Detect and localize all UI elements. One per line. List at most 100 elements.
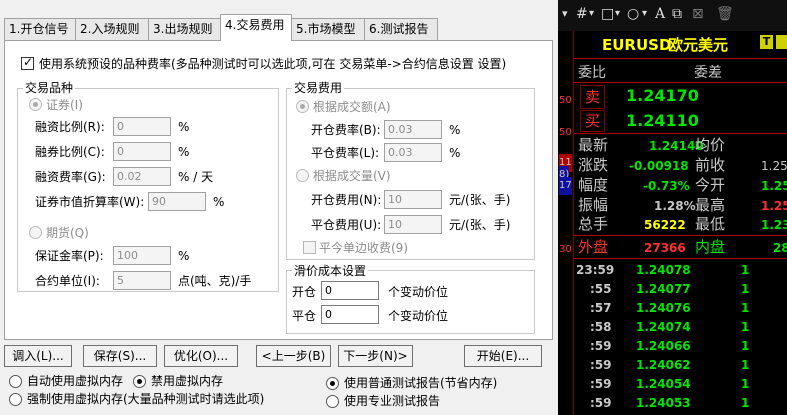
close-rate-label: 平仓费率(L): bbox=[311, 146, 380, 160]
tick-volume: 1 bbox=[741, 396, 750, 410]
tick-price: 1.24053 bbox=[636, 396, 691, 410]
start-button[interactable]: 开始(E)... bbox=[464, 345, 542, 367]
dropdown-icon[interactable]: ▾ bbox=[589, 6, 594, 22]
force-virtual-memory-radio[interactable] bbox=[9, 393, 22, 406]
expand-icon[interactable] bbox=[776, 35, 787, 49]
slippage-close-field[interactable]: 0 bbox=[321, 305, 379, 324]
tick-price: 1.24076 bbox=[636, 301, 691, 315]
stat-value-right: 1.25 bbox=[761, 159, 787, 173]
stat-label: 幅度 bbox=[578, 176, 609, 194]
discount-label: 证券市值折算率(W): bbox=[35, 195, 145, 209]
short-ratio-field[interactable]: 0 bbox=[113, 142, 171, 161]
slippage-open-label: 开仓 bbox=[292, 285, 317, 299]
buy-price: 1.24110 bbox=[626, 111, 699, 130]
stat-value: -0.00918 bbox=[629, 159, 689, 173]
drawing-toolbar: ▾ # ▾ □ ▾ ○ ▾ A ⧉ ⊠ 🗑 bbox=[558, 0, 787, 31]
slippage-close-label: 平仓 bbox=[292, 309, 317, 323]
divider bbox=[574, 82, 787, 83]
tick-volume: 1 bbox=[741, 358, 750, 372]
trade-badge[interactable]: T bbox=[760, 35, 773, 49]
margin-ratio-label: 融资比例(R): bbox=[35, 120, 105, 134]
tick-volume: 1 bbox=[741, 339, 750, 353]
backtest-dialog: 1.开仓信号 2.入场规则 3.出场规则 4.交易费用 5.市场模型 6.测试报… bbox=[0, 0, 558, 415]
save-button[interactable]: 保存(S)... bbox=[83, 345, 157, 367]
tab-entry-rules[interactable]: 2.入场规则 bbox=[75, 18, 149, 40]
tab-trading-fees[interactable]: 4.交易费用 bbox=[220, 14, 292, 41]
stat-value-right: 1.25 bbox=[761, 179, 787, 193]
load-button[interactable]: 调入(L)... bbox=[4, 345, 72, 367]
open-rate-field[interactable]: 0.03 bbox=[384, 120, 442, 139]
open-rate-unit: % bbox=[449, 123, 461, 137]
stat-label-right: 最低 bbox=[695, 215, 726, 233]
securities-label: 证券(I) bbox=[46, 98, 83, 112]
tick-volume: 1 bbox=[741, 263, 750, 277]
contract-unit-label: 合约单位(I): bbox=[35, 274, 100, 288]
deposit-field[interactable]: 100 bbox=[113, 246, 171, 265]
pro-report-radio[interactable] bbox=[326, 395, 339, 408]
close-fee-field[interactable]: 10 bbox=[384, 215, 442, 234]
dropdown-icon[interactable]: ▾ bbox=[642, 6, 647, 22]
grid-icon[interactable]: # bbox=[576, 6, 588, 22]
tab-test-report[interactable]: 6.测试报告 bbox=[364, 18, 438, 40]
copy-icon[interactable]: ⧉ bbox=[672, 6, 682, 22]
discount-field[interactable]: 90 bbox=[148, 192, 206, 211]
tab-exit-rules[interactable]: 3.出场规则 bbox=[148, 18, 222, 40]
tick-time: :55 bbox=[590, 282, 612, 296]
short-ratio-label: 融券比例(C): bbox=[35, 145, 105, 159]
open-fee-field[interactable]: 10 bbox=[384, 190, 442, 209]
text-icon[interactable]: A bbox=[655, 6, 665, 22]
contract-unit-field[interactable]: 5 bbox=[113, 271, 171, 290]
open-fee-label: 开仓费用(N): bbox=[311, 193, 382, 207]
slippage-group bbox=[286, 270, 535, 334]
tick-price: 1.24066 bbox=[636, 339, 691, 353]
divider bbox=[574, 235, 787, 236]
today-close-checkbox[interactable] bbox=[303, 241, 316, 254]
tick-time: :59 bbox=[590, 339, 612, 353]
disable-virtual-memory-label: 禁用虚拟内存 bbox=[151, 374, 224, 388]
use-default-fees-checkbox[interactable]: ✓ bbox=[21, 55, 34, 70]
sell-label: 卖 bbox=[580, 85, 605, 109]
optimize-button[interactable]: 优化(O)... bbox=[164, 345, 238, 367]
trash-icon[interactable]: 🗑 bbox=[716, 6, 734, 22]
stat-label: 涨跌 bbox=[578, 156, 609, 174]
by-amount-radio[interactable] bbox=[296, 100, 309, 113]
tick-volume: 1 bbox=[741, 301, 750, 315]
tick-time: :59 bbox=[590, 358, 612, 372]
disable-virtual-memory-radio[interactable] bbox=[133, 375, 146, 388]
dropdown-icon[interactable]: ▾ bbox=[615, 6, 620, 22]
slippage-open-unit: 个变动价位 bbox=[388, 285, 449, 299]
stat-label: 总手 bbox=[578, 215, 609, 233]
symbol-name: 欧元美元 bbox=[668, 36, 729, 54]
delete-icon[interactable]: ⊠ bbox=[692, 6, 704, 22]
discount-unit: % bbox=[213, 195, 225, 209]
weibi-label: 委比 bbox=[578, 65, 606, 81]
auto-virtual-memory-radio[interactable] bbox=[9, 375, 22, 388]
auto-virtual-memory-label: 自动使用虚拟内存 bbox=[27, 374, 124, 388]
by-volume-label: 根据成交量(V) bbox=[313, 169, 391, 183]
prev-step-button[interactable]: <上一步(B) bbox=[256, 345, 331, 367]
tab-market-model[interactable]: 5.市场模型 bbox=[291, 18, 365, 40]
tick-volume: 1 bbox=[741, 320, 750, 334]
close-fee-unit: 元/(张、手) bbox=[449, 218, 511, 232]
securities-radio[interactable] bbox=[29, 98, 42, 111]
by-volume-radio[interactable] bbox=[296, 169, 309, 182]
stat-label: 最新 bbox=[578, 136, 609, 154]
margin-rate-field[interactable]: 0.02 bbox=[113, 167, 171, 186]
normal-report-radio[interactable] bbox=[326, 377, 339, 390]
tick-time: 23:59 bbox=[576, 263, 615, 277]
check-mark-icon: ✓ bbox=[23, 55, 34, 69]
by-amount-label: 根据成交额(A) bbox=[313, 100, 391, 114]
use-default-fees-label: 使用系统预设的品种费率(多品种测试时可以选此项,可在 交易菜单->合约信息设置 … bbox=[39, 57, 507, 71]
deposit-unit: % bbox=[178, 249, 190, 263]
margin-ratio-field[interactable]: 0 bbox=[113, 117, 171, 136]
next-step-button[interactable]: 下一步(N)> bbox=[338, 345, 413, 367]
tab-open-signal[interactable]: 1.开仓信号 bbox=[4, 18, 76, 40]
close-rate-field[interactable]: 0.03 bbox=[384, 143, 442, 162]
rectangle-icon[interactable]: □ bbox=[601, 6, 614, 22]
slippage-open-field[interactable]: 0 bbox=[321, 281, 379, 300]
circle-icon[interactable]: ○ bbox=[627, 6, 639, 22]
stat-value: -0.73% bbox=[643, 179, 690, 193]
collapse-icon[interactable]: ▾ bbox=[562, 6, 568, 22]
close-fee-label: 平仓费用(U): bbox=[311, 218, 382, 232]
futures-radio[interactable] bbox=[29, 226, 42, 239]
